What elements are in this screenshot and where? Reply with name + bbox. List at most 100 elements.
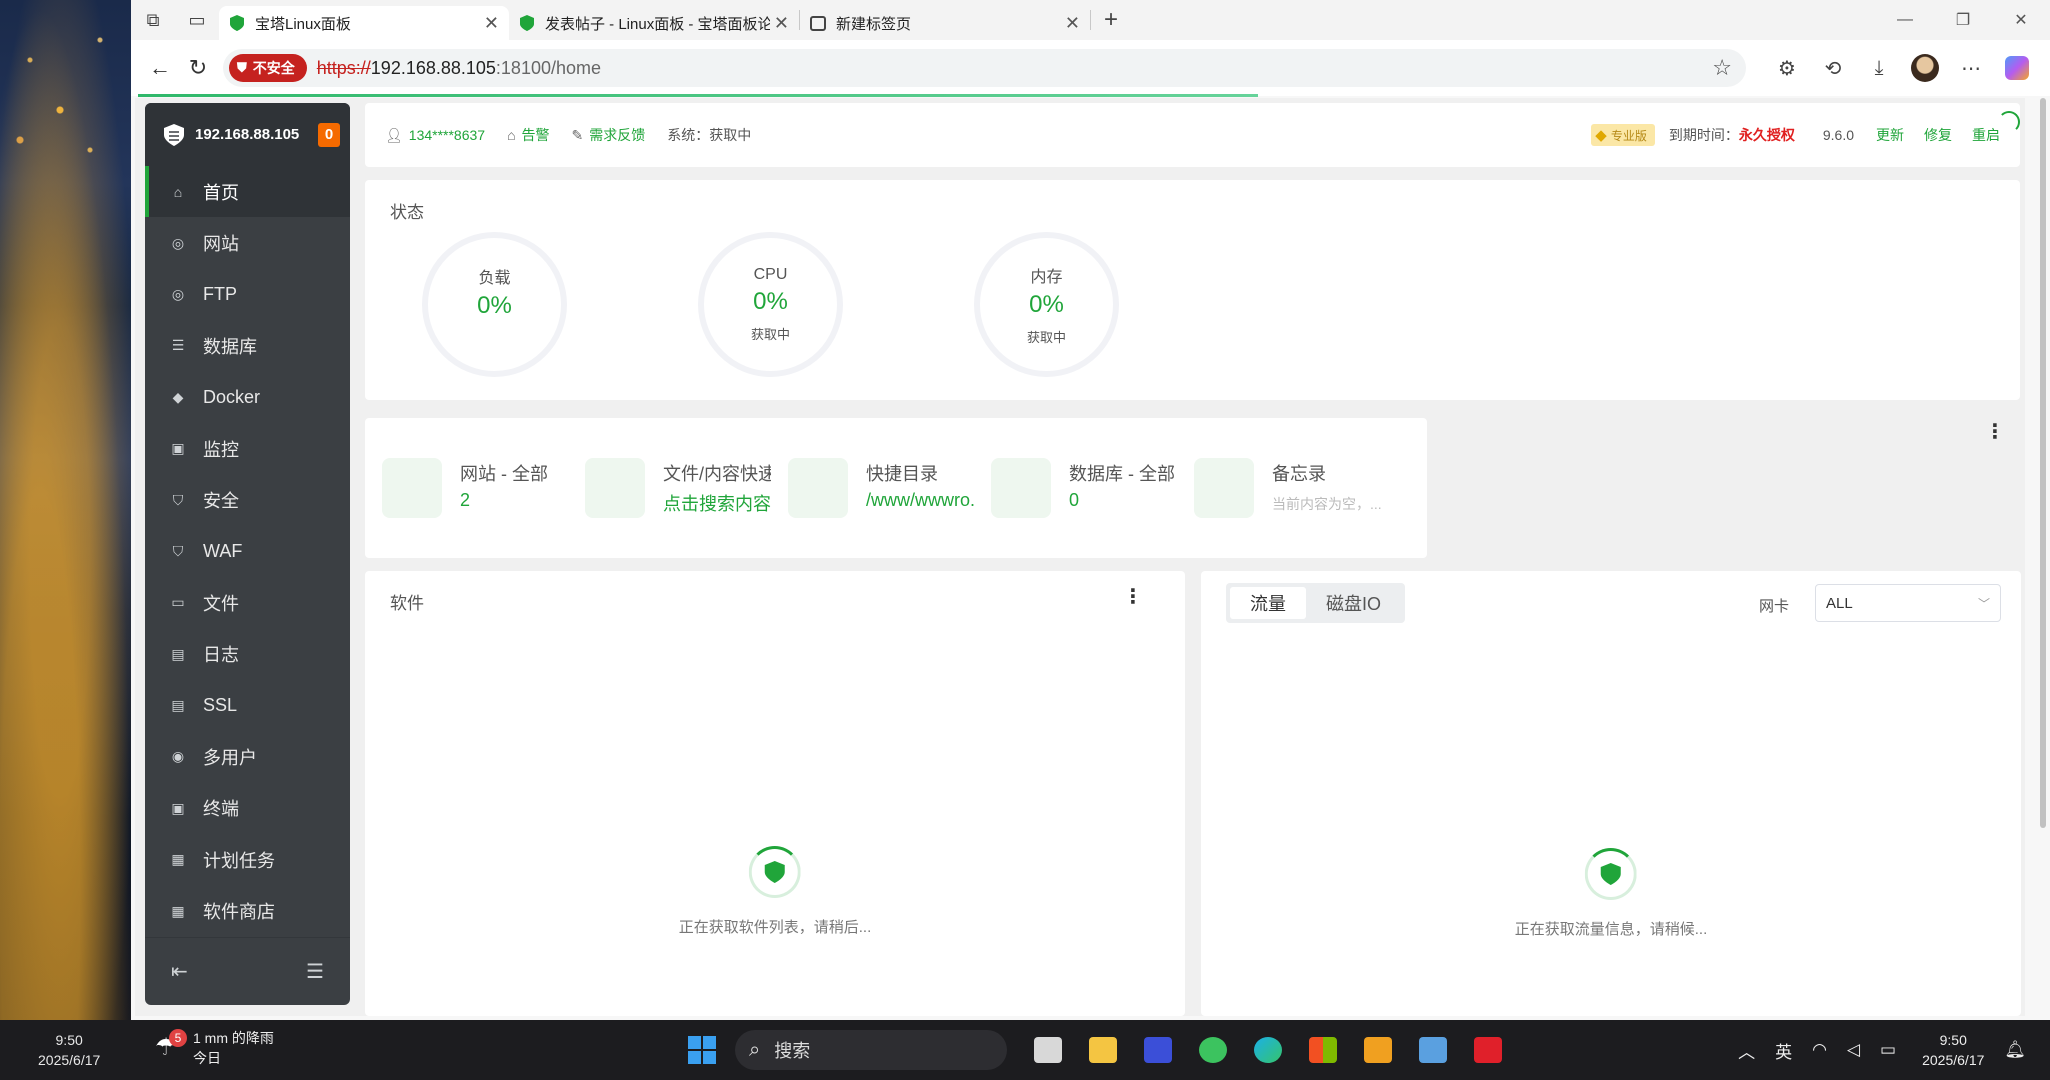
cpu-gauge[interactable]: CPU 0% 获取中 [698,232,843,377]
sidebar-item-label: FTP [203,283,237,304]
pro-edition-badge[interactable]: ◆ 专业版 [1591,124,1655,146]
sidebar-item[interactable]: ⛉ 安全 [145,474,350,525]
favorite-star-icon[interactable]: ☆ [1712,55,1732,81]
tab-traffic[interactable]: 流量 [1230,587,1306,619]
remote-desktop-icon[interactable] [1405,1030,1460,1070]
expire-value[interactable]: 永久授权 [1739,125,1795,145]
history-icon[interactable]: ⟲ [1810,48,1856,88]
download-icon[interactable]: ⤓ [1856,48,1902,88]
sidebar-item[interactable]: ▣ 监控 [145,423,350,474]
status-panel: 状态 负载 0% CPU 0% 获取中 内存 0% 获取中 [365,180,2020,400]
vertical-tabs-icon[interactable]: ▭ [175,0,219,40]
tab-forum-post[interactable]: 发表帖子 - Linux面板 - 宝塔面板论 ✕ [509,6,799,40]
tab-new-tab[interactable]: 新建标签页 ✕ [800,6,1090,40]
update-link[interactable]: 更新 [1876,125,1904,145]
card-value[interactable]: 点击搜索内容 [663,490,771,516]
editor-app-icon[interactable] [1130,1030,1185,1070]
refresh-icon[interactable]: ↻ [179,48,217,88]
feedback-link[interactable]: ✎ 需求反馈 [572,125,646,145]
notification-badge[interactable]: 0 [318,122,340,147]
restart-link[interactable]: 重启 [1972,125,2000,145]
sidebar-item[interactable]: ⛉ WAF [145,526,350,577]
memory-gauge[interactable]: 内存 0% 获取中 [974,232,1119,377]
taskbar-search[interactable]: ⌕ 搜索 [735,1030,1007,1070]
taskbar-clock[interactable]: 9:50 2025/6/17 [1922,1030,1984,1070]
close-tab-icon[interactable]: ✕ [484,13,499,34]
notification-bell-icon[interactable]: 🔔︎ [2004,1040,2026,1060]
volume-muted-icon[interactable]: ◁ [1847,1040,1860,1060]
profile-avatar[interactable] [1902,48,1948,88]
alarm-link[interactable]: ⌂ 告警 [507,125,549,145]
sidebar-item-label: 计划任务 [203,850,275,871]
sidebar-item[interactable]: ▤ 日志 [145,629,350,680]
sidebar-item[interactable]: ◎ FTP [145,269,350,320]
loading-message: 正在获取软件列表，请稍后... [678,919,872,936]
edit-icon: ✎ [571,126,584,143]
workspaces-icon[interactable]: ⧉ [131,0,175,40]
status-title: 状态 [390,203,424,222]
close-tab-icon[interactable]: ✕ [1065,13,1080,34]
card-value[interactable]: /www/wwwro... [866,490,985,511]
card-value[interactable]: 0 [1069,490,1079,511]
sidebar-item[interactable]: ◎ 网站 [145,217,350,268]
restore-icon[interactable]: ❐ [1934,0,1992,40]
sidebar-item[interactable]: ▦ 计划任务 [145,834,350,885]
minimize-icon[interactable]: — [1876,0,1934,40]
user-account[interactable]: 👤︎ 134****8637 [385,127,485,144]
collapse-sidebar-icon[interactable]: ⇤ [171,959,188,984]
tab-baota-panel[interactable]: 宝塔Linux面板 ✕ [219,6,509,40]
overview-card[interactable]: 备忘录 当前内容为空，... [1177,418,1427,558]
feedback-label: 需求反馈 [589,127,646,143]
page-scrollbar[interactable] [2038,98,2048,828]
gauge-subtext: 获取中 [1026,330,1066,345]
copilot-icon[interactable] [1994,48,2040,88]
url-text[interactable]: https://192.168.88.105:18100/home [317,58,601,79]
umbrella-icon: ☂ 5 [155,1029,187,1063]
sidebar-item-label: WAF [203,540,243,561]
sidebar-item[interactable]: ▦ 软件商店 [145,885,350,936]
new-tab-button[interactable]: + [1091,0,1131,40]
repair-link[interactable]: 修复 [1924,125,1952,145]
sidebar-item[interactable]: ▭ 文件 [145,577,350,628]
address-bar[interactable]: ⛊ 不安全 https://192.168.88.105:18100/home … [223,49,1746,87]
card-icon [585,458,645,518]
wechat-icon[interactable] [1185,1030,1240,1070]
sidebar-item[interactable]: ⌂ 首页 [145,166,350,218]
more-menu-icon[interactable]: ⋯ [1948,48,1994,88]
menu-list-icon[interactable]: ☰ [306,959,324,984]
tab-disk-io[interactable]: 磁盘IO [1306,587,1401,619]
sidebar-item[interactable]: ☰ 数据库 [145,320,350,371]
sidebar-item-label: 监控 [203,439,239,460]
nic-select[interactable]: ALL ﹀ [1815,584,2001,622]
store-icon[interactable] [1295,1030,1350,1070]
file-explorer-icon[interactable] [1075,1030,1130,1070]
extensions-icon[interactable]: ⚙ [1764,48,1810,88]
start-button[interactable] [688,1036,716,1064]
new-tab-page-icon [810,15,826,31]
not-secure-badge[interactable]: ⛊ 不安全 [229,54,307,82]
alarm-label: 告警 [521,127,550,143]
wifi-icon[interactable]: ◠ [1812,1040,1827,1060]
sidebar-item[interactable]: ▣ 终端 [145,783,350,834]
card-title: 备忘录 [1272,464,1326,484]
card-value[interactable]: 2 [460,490,470,511]
ime-indicator[interactable]: 英 [1775,1038,1792,1063]
back-arrow-icon[interactable]: ← [141,48,179,88]
vpn-app-icon[interactable] [1350,1030,1405,1070]
load-gauge[interactable]: 负载 0% [422,232,567,377]
close-tab-icon[interactable]: ✕ [774,13,789,34]
youdao-icon[interactable] [1460,1030,1515,1070]
sidebar-item[interactable]: ◆ Docker [145,372,350,423]
software-more-icon[interactable]: ⋮ [1123,587,1143,607]
cards-more-icon[interactable]: ⋮ [1985,422,2005,442]
close-window-icon[interactable]: ✕ [1992,0,2050,40]
sidebar-item[interactable]: ◉ 多用户 [145,731,350,782]
chevron-up-icon[interactable]: ︿ [1738,1038,1755,1063]
task-view-icon[interactable] [1020,1030,1075,1070]
sidebar-item[interactable]: ▤ SSL [145,680,350,731]
scrollbar-thumb[interactable] [2040,98,2046,828]
weather-widget[interactable]: ☂ 5 1 mm 的降雨 今日 [155,1028,274,1068]
panel-version: 9.6.0 [1822,127,1854,143]
battery-icon[interactable]: ▭ [1880,1040,1896,1060]
edge-browser-icon[interactable] [1240,1030,1295,1070]
